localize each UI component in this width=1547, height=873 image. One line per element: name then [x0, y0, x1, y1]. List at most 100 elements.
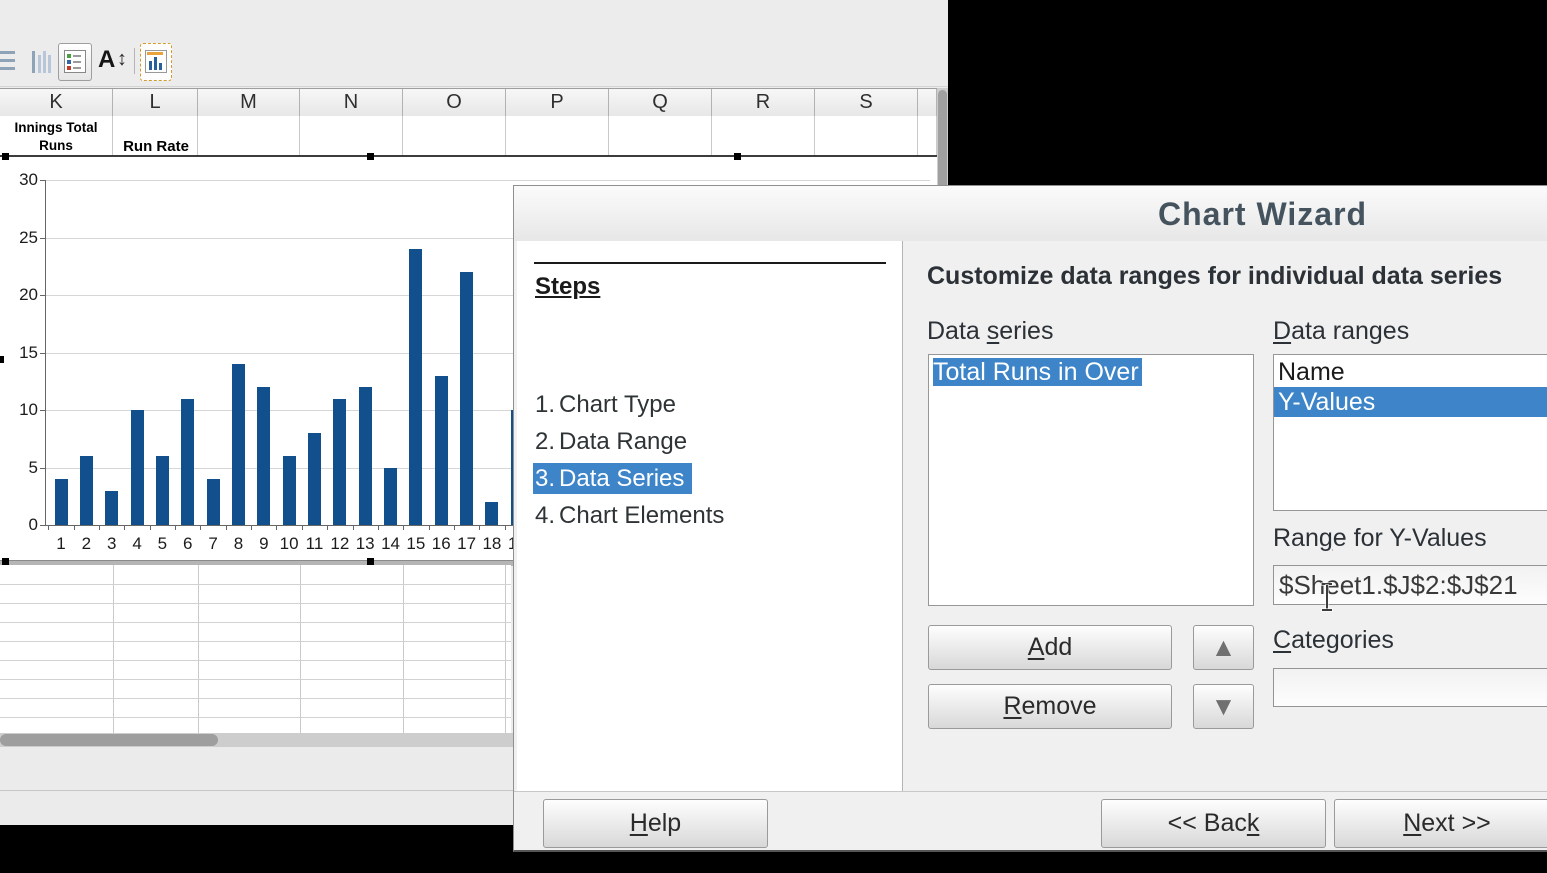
grid-line — [300, 565, 301, 733]
x-axis-tick — [251, 525, 252, 530]
vertical-grids-icon[interactable] — [28, 43, 54, 79]
data-table-icon[interactable] — [140, 43, 172, 81]
horizontal-grids-icon[interactable] — [0, 43, 20, 79]
categories-input[interactable] — [1273, 668, 1547, 707]
step-number: 4. — [535, 502, 555, 529]
steps-panel: Steps 1.Chart Type2.Data Range3.Data Ser… — [517, 241, 903, 791]
cell-border — [197, 116, 198, 157]
column-header-L[interactable]: L — [113, 89, 198, 116]
legend-toggle-icon[interactable] — [58, 43, 92, 81]
categories-label: Categories — [1273, 626, 1394, 655]
range-for-y-input[interactable]: $Sheet1.$J$2:$J$21 — [1273, 565, 1547, 605]
data-series-label: Data series — [927, 317, 1053, 346]
move-up-button[interactable]: ▲ — [1193, 625, 1254, 670]
remove-button[interactable]: Remove — [928, 684, 1172, 729]
data-series-item[interactable]: Total Runs in Over — [929, 357, 1253, 387]
selection-handle[interactable] — [0, 356, 4, 363]
x-axis-tick — [378, 525, 379, 530]
x-axis-tick — [505, 525, 506, 530]
data-table-glyph — [145, 50, 167, 73]
scale-text-icon[interactable]: A ↕ — [96, 43, 130, 79]
x-axis-label: 15 — [403, 534, 429, 554]
step-item-data-series[interactable]: 3.Data Series — [535, 460, 732, 497]
column-header-P[interactable]: P — [506, 89, 609, 116]
sheet-row-1[interactable]: Innings Total Runs Run Rate — [0, 116, 948, 157]
cell-border — [505, 116, 506, 157]
up-arrow-icon: ▲ — [1211, 632, 1237, 663]
cell-L1[interactable]: Run Rate — [114, 116, 198, 155]
bar-over-10[interactable] — [283, 456, 296, 525]
bar-over-6[interactable] — [181, 399, 194, 526]
step-number: 2. — [535, 428, 555, 455]
bar-over-1[interactable] — [55, 479, 68, 525]
data-range-item-y-values[interactable]: Y-Values — [1274, 387, 1547, 417]
x-axis-label: 3 — [99, 534, 125, 554]
dialog-separator — [514, 791, 1547, 792]
bar-over-2[interactable] — [80, 456, 93, 525]
next-button[interactable]: Next >> — [1334, 799, 1547, 848]
column-header-M[interactable]: M — [198, 89, 300, 116]
steps-list: 1.Chart Type2.Data Range3.Data Series4.C… — [535, 386, 732, 534]
gridline — [45, 180, 930, 181]
steps-heading: Steps — [535, 273, 600, 301]
bar-over-3[interactable] — [105, 491, 118, 526]
dialog-title: Chart Wizard — [1158, 196, 1367, 233]
bar-over-4[interactable] — [131, 410, 144, 525]
step-item-chart-type[interactable]: 1.Chart Type — [535, 386, 732, 423]
move-down-button[interactable]: ▼ — [1193, 684, 1254, 729]
range-for-y-label: Range for Y-Values — [1273, 524, 1487, 553]
back-button[interactable]: << Back — [1101, 799, 1326, 848]
bar-over-14[interactable] — [384, 468, 397, 526]
selection-handle[interactable] — [367, 153, 374, 160]
x-axis-label: 2 — [73, 534, 99, 554]
bar-over-16[interactable] — [435, 376, 448, 526]
selection-handle[interactable] — [2, 153, 9, 160]
data-series-item-text: Total Runs in Over — [933, 358, 1142, 386]
bar-over-13[interactable] — [359, 387, 372, 525]
grid-line — [403, 565, 404, 733]
x-axis-label: 10 — [276, 534, 302, 554]
add-button[interactable]: Add — [928, 625, 1172, 670]
x-axis-label: 13 — [352, 534, 378, 554]
x-axis-tick — [353, 525, 354, 530]
horizontal-scrollbar-thumb[interactable] — [0, 734, 218, 746]
column-header-K[interactable]: K — [0, 89, 113, 116]
column-header-O[interactable]: O — [403, 89, 506, 116]
cell-border — [711, 116, 712, 157]
customize-header: Customize data ranges for individual dat… — [927, 262, 1502, 291]
x-axis-label: 12 — [327, 534, 353, 554]
bar-over-9[interactable] — [257, 387, 270, 525]
bar-over-8[interactable] — [232, 364, 245, 525]
step-item-chart-elements[interactable]: 4.Chart Elements — [535, 497, 732, 534]
bar-over-18[interactable] — [485, 502, 498, 525]
data-ranges-listbox[interactable]: NameY-Values — [1273, 354, 1547, 511]
bar-over-7[interactable] — [207, 479, 220, 525]
column-header-N[interactable]: N — [300, 89, 403, 116]
bar-over-17[interactable] — [460, 272, 473, 525]
column-header-S[interactable]: S — [815, 89, 918, 116]
help-button[interactable]: Help — [543, 799, 768, 848]
bar-over-12[interactable] — [333, 399, 346, 526]
selection-handle[interactable] — [2, 558, 9, 565]
column-header-R[interactable]: R — [712, 89, 815, 116]
cell-K1[interactable]: Innings Total Runs — [0, 118, 112, 156]
bar-over-5[interactable] — [156, 456, 169, 525]
cell-border — [917, 116, 918, 157]
data-series-listbox[interactable]: Total Runs in Over — [928, 354, 1254, 606]
selection-handle[interactable] — [367, 558, 374, 565]
column-header-Q[interactable]: Q — [609, 89, 712, 116]
x-axis-tick — [74, 525, 75, 530]
bar-over-11[interactable] — [308, 433, 321, 525]
x-axis-label: 8 — [225, 534, 251, 554]
dialog-titlebar[interactable]: Chart Wizard — [514, 186, 1547, 241]
x-axis-tick — [99, 525, 100, 530]
cell-border — [608, 116, 609, 157]
bar-over-15[interactable] — [409, 249, 422, 525]
data-range-item-name[interactable]: Name — [1274, 357, 1547, 387]
empty-grid-area[interactable] — [0, 565, 511, 733]
step-item-data-range[interactable]: 2.Data Range — [535, 423, 732, 460]
y-axis — [45, 180, 46, 526]
selection-handle[interactable] — [734, 153, 741, 160]
step-number: 1. — [535, 391, 555, 418]
column-header-partial[interactable] — [918, 89, 937, 116]
